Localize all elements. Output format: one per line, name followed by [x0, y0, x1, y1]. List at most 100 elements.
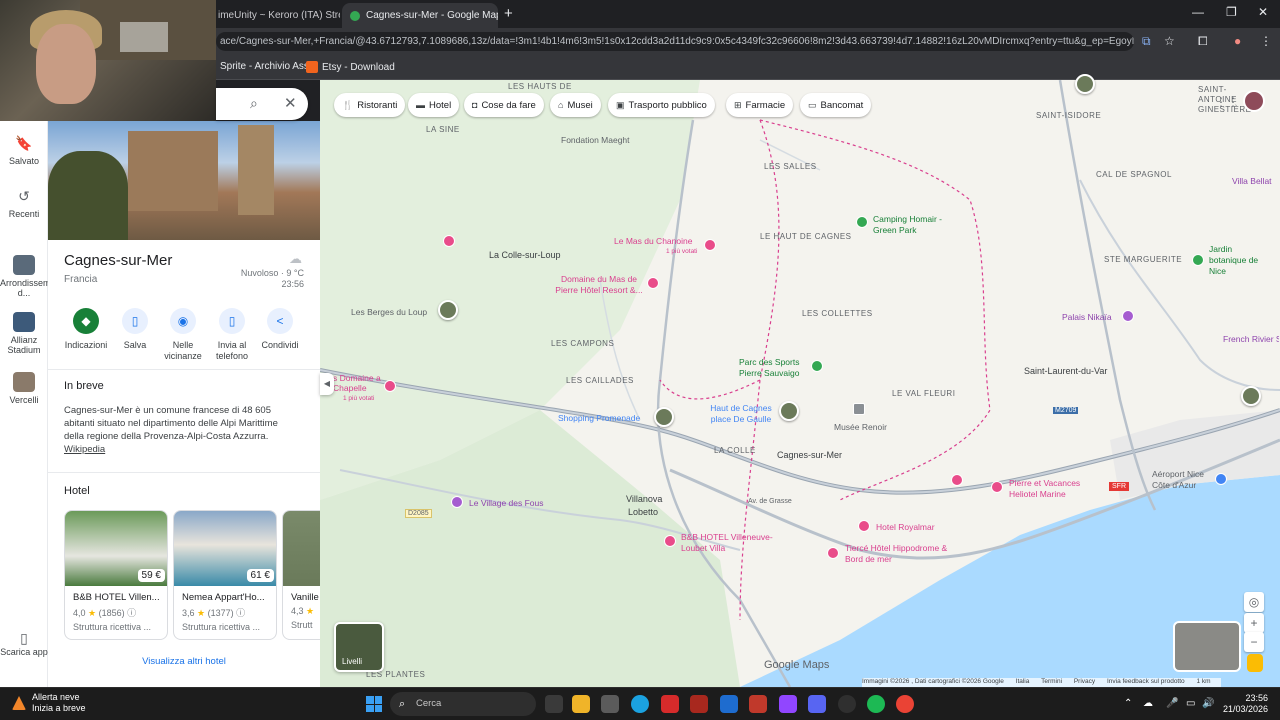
volume-icon[interactable]: 🔊	[1202, 698, 1214, 709]
hotel-pin-icon[interactable]	[647, 277, 659, 289]
map-label-town[interactable]: Lobetto	[628, 507, 658, 517]
security-app-icon[interactable]	[690, 695, 708, 713]
hotel-pin-icon[interactable]	[704, 239, 716, 251]
photo-pin-icon[interactable]	[654, 407, 674, 427]
weather-widget[interactable]: Allerta neve Inizia a breve	[12, 692, 86, 714]
poi-hotel-label[interactable]: Pierre et Vacances Heliotel Marine	[1009, 478, 1099, 500]
directions-button[interactable]: ◆ Indicazioni	[60, 308, 112, 351]
poi-museum-label[interactable]: Musée Renoir	[834, 422, 887, 432]
extensions-icon[interactable]: ⧠	[1198, 34, 1208, 49]
rail-recent-place[interactable]: Allianz Stadium	[0, 312, 48, 355]
poi-museum-label[interactable]: Fondation Maeght	[561, 135, 630, 145]
hotel-card[interactable]: Vanille 4,3 ★ Strutt	[282, 510, 320, 640]
discord-icon[interactable]	[808, 695, 826, 713]
chip-hotel[interactable]: ▬ Hotel	[408, 93, 460, 117]
pegman-icon[interactable]	[1247, 654, 1263, 672]
poi-hotel-label[interactable]: Hotel Royalmar	[876, 522, 935, 532]
poi-attraction-label[interactable]: Villa Bellat	[1232, 176, 1280, 186]
photo-pin-icon[interactable]	[1075, 74, 1095, 94]
chip-atm[interactable]: ▭ Bancomat	[800, 93, 872, 117]
info-icon[interactable]: ⓘ	[127, 608, 136, 618]
map-label-town[interactable]: Villanova	[626, 494, 662, 504]
map-label-town[interactable]: Saint-Laurent-du-Var	[1024, 366, 1107, 376]
task-view-icon[interactable]	[545, 695, 563, 713]
rail-recent-place[interactable]: Vercelli	[0, 372, 48, 405]
browser-tab-active[interactable]: Cagnes-sur-Mer - Google Maps ✕	[342, 3, 498, 28]
rail-download-app[interactable]: ▯ Scarica app	[0, 631, 48, 657]
close-icon[interactable]: ✕	[284, 94, 297, 112]
collapse-panel-button[interactable]: ◀	[320, 373, 334, 395]
layers-button[interactable]: Livelli	[334, 622, 384, 672]
hotel-pin-icon[interactable]	[443, 235, 455, 247]
app-icon[interactable]	[749, 695, 767, 713]
poi-airport-label[interactable]: Aéroport Nice Côte d'Azur	[1152, 469, 1212, 491]
hotel-pin-icon[interactable]	[858, 520, 870, 532]
garden-pin-icon[interactable]	[1192, 254, 1204, 266]
chip-pharmacies[interactable]: ⊞ Farmacie	[726, 93, 794, 117]
profile-icon[interactable]: ●	[1234, 34, 1241, 48]
store-icon[interactable]	[601, 695, 619, 713]
save-button[interactable]: ▯ Salva	[109, 308, 161, 351]
browser-tab-inactive[interactable]: imeUnity ~ Keroro (ITA) Strea ✕	[210, 3, 340, 28]
rail-recent[interactable]: ↺ Recenti	[0, 188, 48, 219]
file-explorer-icon[interactable]	[572, 695, 590, 713]
edge-icon[interactable]	[631, 695, 649, 713]
restore-icon[interactable]: ❐	[1226, 5, 1237, 19]
park-pin-icon[interactable]	[811, 360, 823, 372]
poi-label[interactable]: Haut de Cagnes place De Gaulle	[706, 403, 776, 425]
street-view-thumbnail[interactable]	[1173, 621, 1241, 672]
send-to-phone-button[interactable]: ▯ Invia al telefono	[206, 308, 258, 362]
account-avatar[interactable]	[1243, 90, 1265, 112]
close-window-icon[interactable]: ✕	[1258, 5, 1268, 19]
poi-attraction-label[interactable]: French Rivier Sightseein	[1223, 334, 1279, 345]
hotel-pin-icon[interactable]	[827, 547, 839, 559]
new-tab-icon[interactable]: +	[504, 5, 513, 22]
poi-hotel-label[interactable]: Le Mas du Chanoine	[614, 236, 692, 246]
region-link[interactable]: Italia	[1016, 678, 1030, 685]
feedback-link[interactable]: Invia feedback sul prodotto	[1107, 678, 1185, 685]
poi-shopping-label[interactable]: Shopping Promenade	[558, 413, 640, 423]
poi-attraction-label[interactable]: Le Village des Fous	[469, 498, 544, 508]
camping-pin-icon[interactable]	[856, 216, 868, 228]
system-clock[interactable]: 23:56 21/03/2026	[1222, 693, 1268, 715]
poi-hotel-label[interactable]: Tiercé Hôtel Hippodrome & Bord de mer	[845, 543, 965, 565]
poi-hotel-label[interactable]: s Domaine a Chapelle	[333, 373, 383, 393]
spotify-icon[interactable]	[867, 695, 885, 713]
bookmark-item[interactable]: Sprite - Archivio Ass...	[220, 61, 317, 72]
museum-icon[interactable]	[853, 403, 865, 415]
mail-icon[interactable]	[720, 695, 738, 713]
train-station-icon[interactable]: SFR	[1109, 482, 1129, 491]
minimize-icon[interactable]: —	[1192, 5, 1204, 19]
attraction-pin-icon[interactable]	[1122, 310, 1134, 322]
url-field[interactable]: ace/Cagnes-sur-Mer,+Francia/@43.6712793,…	[216, 32, 1134, 51]
hotel-pin-icon[interactable]	[991, 481, 1003, 493]
place-hero-photo[interactable]	[48, 121, 320, 240]
tray-overflow-icon[interactable]: ⌃	[1124, 698, 1132, 709]
start-button[interactable]	[366, 696, 382, 712]
wikipedia-link[interactable]: Wikipedia	[64, 444, 105, 455]
more-hotels-link[interactable]: Visualizza altri hotel	[48, 656, 320, 667]
poi-attraction-label[interactable]: Palais Nikaïa	[1062, 312, 1112, 322]
share-button[interactable]: < Condividi	[254, 308, 306, 351]
menu-icon[interactable]: ⋮	[1260, 34, 1272, 48]
hotel-pin-icon[interactable]	[951, 474, 963, 486]
chip-restaurants[interactable]: 🍴 Ristoranti	[334, 93, 406, 117]
hotel-pin-icon[interactable]	[664, 535, 676, 547]
airport-pin-icon[interactable]	[1215, 473, 1227, 485]
chip-transit[interactable]: ▣ Trasporto pubblico	[608, 93, 715, 117]
poi-park-label[interactable]: Parc des Sports Pierre Sauvaigo	[739, 357, 809, 379]
chip-museums[interactable]: ⌂ Musei	[550, 93, 601, 117]
photo-pin-icon[interactable]	[438, 300, 458, 320]
my-location-icon[interactable]: ◎	[1244, 592, 1264, 612]
attraction-pin-icon[interactable]	[451, 496, 463, 508]
bookmark-star-icon[interactable]: ☆	[1164, 34, 1175, 48]
hotel-pin-icon[interactable]	[384, 380, 396, 392]
hotel-card[interactable]: 59 € B&B HOTEL Villen... 4,0 ★ (1856) ⓘ …	[64, 510, 168, 640]
nearby-button[interactable]: ◉ Nelle vicinanze	[157, 308, 209, 362]
translate-icon[interactable]: ⧉	[1142, 34, 1151, 49]
zoom-out-button[interactable]: −	[1244, 632, 1264, 652]
poi-garden-label[interactable]: Jardin botanique de Nice	[1209, 244, 1259, 277]
taskbar-search[interactable]: ⌕ Cerca	[390, 692, 536, 716]
terms-link[interactable]: Termini	[1041, 678, 1062, 685]
network-icon[interactable]: ▭	[1186, 698, 1195, 709]
